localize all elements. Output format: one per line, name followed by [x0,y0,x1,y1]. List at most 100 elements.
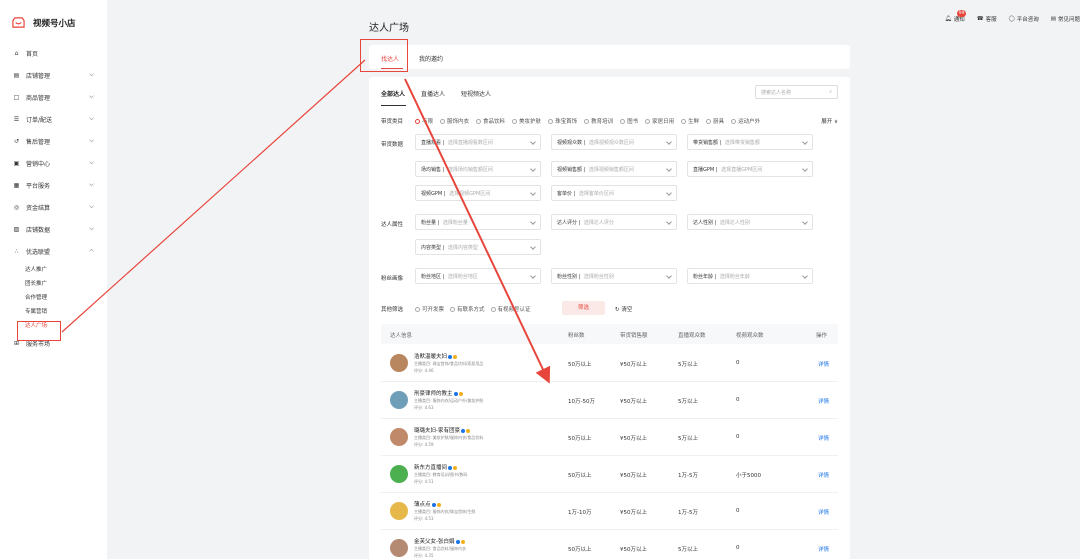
select-key: 视频观众数 [557,140,583,146]
check-label: 可开发票 [422,307,445,313]
notice-button[interactable]: 🔔︎ 通知 99 [945,10,967,23]
th-fans: 粉丝数 [568,333,585,339]
chevron-down-icon [89,161,94,165]
cell-sales: ¥50万以上 [620,510,647,516]
table-row[interactable]: 璐璐夫妇-家有团豪 主播类目: 美妆护肤/服饰内衣/食品饮料 评分: 4.59 50万… [381,419,838,456]
sidebar-item-5[interactable]: ▣ 营销中心 [0,152,107,174]
filter-select[interactable]: 达人评分 | 选择达人评分 [551,214,677,230]
check-dot [415,306,420,312]
filter-select[interactable]: 粉丝性别 | 选择粉丝性别 [551,268,677,284]
sidebar-item-3[interactable]: ☰ 订单/配送 [0,108,107,130]
sidebar-item-1[interactable]: ▤ 店铺管理 [0,64,107,86]
influencer-name[interactable]: 璐璐夫妇-家有团豪 [414,426,470,434]
category-radio-2[interactable]: 食品饮料 [476,117,505,125]
filter-select[interactable]: 视频销售额 | 选择视频销售额区间 [551,161,677,177]
category-radio-7[interactable]: 家居日用 [645,117,674,125]
clear-button[interactable]: ↻ 清空 [615,305,632,313]
service-button[interactable]: ☎︎ 客服 [977,15,997,23]
sidebar-subitem-3[interactable]: 专属营销 [0,304,107,318]
faq-button[interactable]: ▤ 常见问题 [1051,15,1080,23]
consult-button[interactable]: ◯ 平台咨询 [1009,15,1039,23]
table-row[interactable]: 薄点点 主播类目: 服饰内衣/珠宝首饰/生鲜 评分: 4.53 1万-10万 ¥50万以… [381,493,838,530]
cell-video: 0 [736,434,740,440]
faq-label: 常见问题 [1057,17,1080,23]
filter-select[interactable]: 粉丝地区 | 选择粉丝地区 [415,268,541,284]
select-key: 达人性别 [693,220,714,226]
category-radio-3[interactable]: 美妆护肤 [512,117,541,125]
detail-link[interactable]: 详情 [818,471,829,479]
influencer-name[interactable]: 薄点点 [414,500,441,508]
table-row[interactable]: 浩默温暖夫妇 主播类目: 珠宝首饰/食品饮料/家居用品 评分: 4.46 50万以上 ¥… [381,345,838,382]
filter-select[interactable]: 粉丝量 | 选择粉丝量 [415,214,541,230]
select-placeholder: 选择直播观看数区间 [447,140,493,146]
category-radio-10[interactable]: 运动户外 [731,117,760,125]
influencer-name[interactable]: 新东方直播间 [414,463,458,471]
avatar[interactable] [390,354,408,372]
sidebar-item-9[interactable]: ∴ 优选联盟 [0,240,107,262]
sidebar-subitem-1[interactable]: 团长推广 [0,276,107,290]
filter-select[interactable]: 直播观看 | 选择直播观看数区间 [415,134,541,150]
detail-link[interactable]: 详情 [818,434,829,442]
radio-dot [440,118,446,124]
check-2[interactable]: 有视频号认证 [490,305,531,313]
tab-my-invitations[interactable]: 我的邀约 [419,54,443,63]
avatar[interactable] [390,428,408,446]
detail-link[interactable]: 详情 [818,508,829,516]
sidebar-subitem-0[interactable]: 达人推广 [0,262,107,276]
filter-select[interactable]: 达人性别 | 选择达人性别 [687,214,813,230]
category-radio-0[interactable]: 不限 [415,117,433,125]
radio-label: 生鲜 [688,119,700,125]
category-radio-1[interactable]: 服饰内衣 [440,117,469,125]
detail-link[interactable]: 详情 [818,545,829,553]
category-radio-6[interactable]: 图书 [620,117,638,125]
sidebar-item-6[interactable]: ▦ 平台服务 [0,174,107,196]
table-row[interactable]: 金芙父女-张白娟 主播类目: 食品饮料/服饰内衣 评分: 4.35 50万以上 ¥50万… [381,530,838,559]
check-1[interactable]: 有联系方式 [450,305,485,313]
sidebar-item-7[interactable]: ◎ 资金结算 [0,196,107,218]
subtab-live[interactable]: 直播达人 [421,89,445,98]
table-row[interactable]: 新东方直播间 主播类目: 教育培训/图书/数码 评分: 4.51 50万以上 ¥50万以… [381,456,838,493]
detail-link[interactable]: 详情 [818,397,829,405]
sidebar-item-8[interactable]: ▧ 店铺数据 [0,218,107,240]
avatar[interactable] [390,539,408,557]
category-radio-9[interactable]: 厨具 [706,117,724,125]
table-row[interactable]: 刑豪律师的教主 主播类目: 服饰内衣/运动户外/美妆护肤 评分: 4.63 10万-5… [381,382,838,419]
check-0[interactable]: 可开发票 [415,305,444,313]
subtab-all[interactable]: 全部达人 [381,89,405,98]
category-radio-5[interactable]: 教育培训 [584,117,613,125]
influencer-name[interactable]: 刑豪律师的教主 [414,389,463,397]
detail-link[interactable]: 详情 [818,360,829,368]
subtab-short-video[interactable]: 短视频达人 [461,89,491,98]
sidebar-item-4[interactable]: ↺ 售后管理 [0,130,107,152]
avatar[interactable] [390,465,408,483]
influencer-score: 评分: 4.53 [414,516,434,521]
filter-select[interactable]: 客单价 | 选择客单价区间 [551,185,677,201]
cell-sales: ¥50万以上 [620,547,647,553]
brand[interactable]: 视频号小店 [12,16,76,29]
sidebar-subitem-2[interactable]: 合作管理 [0,290,107,304]
category-radio-4[interactable]: 珠宝首饰 [548,117,577,125]
influencer-name[interactable]: 金芙父女-张白娟 [414,537,465,545]
sidebar-item-label: 订单/配送 [26,116,53,124]
cell-live: 1万-5万 [678,473,698,479]
sidebar-item-0[interactable]: ⌂ 首页 [0,42,107,64]
filter-select[interactable]: 内容类型 | 选择内容类型 [415,239,541,255]
sidebar-item-2[interactable]: □ 商品管理 [0,86,107,108]
filter-select[interactable]: 视频GPM | 选择视频GPM区间 [415,185,541,201]
search-input[interactable]: 搜索达人名称 ⌕ [755,85,838,99]
avatar[interactable] [390,391,408,409]
category-radio-8[interactable]: 生鲜 [681,117,699,125]
filter-select[interactable]: 视频观众数 | 选择视频观众数区间 [551,134,677,150]
radio-label: 图书 [627,119,639,125]
avatar[interactable] [390,502,408,520]
expand-button[interactable]: 展开 ∨ [821,117,838,125]
filter-select[interactable]: 直播GPM | 选择直播GPM区间 [687,161,813,177]
filter-select[interactable]: 粉丝年龄 | 选择粉丝年龄 [687,268,813,284]
influencer-name[interactable]: 浩默温暖夫妇 [414,352,458,360]
filter-select[interactable]: 场均销售 | 选择场均销售额区间 [415,161,541,177]
th-info: 达人信息 [390,333,413,339]
cell-live: 5万以上 [678,436,698,442]
filter-select[interactable]: 带货销售额 | 选择带货销售额 [687,134,813,150]
filter-button[interactable]: 筛选 [562,301,605,315]
alliance-icon: ∴ [14,247,19,255]
